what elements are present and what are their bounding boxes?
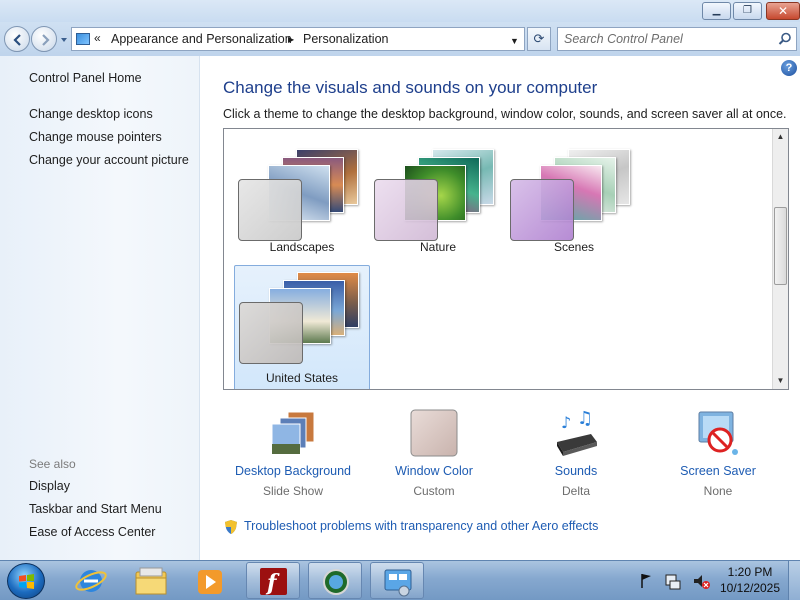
sidebar: Control Panel Home Change desktop icons …	[0, 56, 200, 560]
theme-color-swatch	[510, 179, 574, 241]
theme-label: Landscapes	[269, 240, 335, 254]
windows-update-icon	[323, 569, 349, 595]
refresh-button[interactable]: ⟳	[527, 27, 551, 51]
scroll-up-icon[interactable]: ▲	[773, 129, 788, 145]
change-mouse-pointers-link[interactable]: Change mouse pointers	[29, 130, 162, 144]
control-panel-icon	[384, 569, 412, 597]
windows-explorer-icon	[135, 567, 167, 595]
screen-saver-link[interactable]: Screen Saver	[650, 464, 786, 478]
control-panel-home-link[interactable]: Control Panel Home	[29, 71, 142, 85]
maximize-button[interactable]: ❐	[733, 2, 762, 20]
address-dropdown-icon[interactable]: ▼	[510, 36, 519, 46]
forward-button[interactable]	[31, 26, 57, 52]
close-icon: ✕	[777, 4, 789, 18]
internet-explorer-icon	[75, 570, 107, 592]
change-account-picture-link[interactable]: Change your account picture	[29, 153, 189, 167]
address-bar[interactable]: « Appearance and Personalization ▶ Perso…	[71, 27, 525, 51]
desktop-background-icon	[271, 411, 315, 455]
flash-icon: f	[260, 568, 287, 596]
sounds-icon: ♪ ♫	[557, 408, 597, 456]
taskbar-flash[interactable]: f	[246, 562, 300, 599]
window-color-icon	[410, 409, 458, 457]
page-title: Change the visuals and sounds on your co…	[223, 78, 598, 97]
action-center-flag-icon	[641, 574, 651, 588]
control-panel-icon	[76, 33, 90, 45]
screen-saver-option[interactable]: Screen Saver None	[650, 408, 786, 504]
screen-saver-value: None	[703, 484, 733, 498]
page-description: Click a theme to change the desktop back…	[223, 107, 787, 121]
taskbar-windows-explorer[interactable]	[124, 562, 178, 599]
refresh-icon: ⟳	[533, 31, 545, 46]
recent-pages-dropdown-icon[interactable]	[59, 35, 69, 45]
theme-color-swatch	[374, 179, 438, 241]
theme-scenes[interactable]: Scenes	[506, 133, 642, 259]
theme-list-scrollbar[interactable]: ▲ ▼	[772, 129, 788, 389]
breadcrumb-appearance[interactable]: Appearance and Personalization	[111, 32, 292, 46]
minimize-icon: ▁	[712, 5, 721, 16]
system-clock[interactable]: 1:20 PM 10/12/2025	[716, 564, 784, 596]
media-player-icon	[198, 570, 222, 594]
theme-label: Scenes	[553, 240, 595, 254]
sounds-option[interactable]: ♪ ♫ Sounds Delta	[508, 408, 644, 504]
window-color-option[interactable]: Window Color Custom	[366, 408, 502, 504]
taskbar: f 1:20 PM 10/12/2025	[0, 560, 800, 600]
svg-text:♪: ♪	[561, 413, 571, 432]
screen-saver-icon	[698, 411, 738, 455]
scroll-thumb[interactable]	[774, 207, 787, 285]
volume-muted-icon	[694, 575, 710, 589]
arrow-left-icon	[13, 34, 21, 46]
show-desktop-button[interactable]	[788, 561, 800, 600]
svg-text:♫: ♫	[577, 408, 593, 429]
windows-logo-icon	[19, 574, 34, 589]
theme-label: United States	[265, 371, 339, 385]
window-color-value: Custom	[413, 484, 455, 498]
theme-nature[interactable]: Nature	[370, 133, 506, 259]
start-button[interactable]	[7, 563, 45, 599]
desktop-background-link[interactable]: Desktop Background	[225, 464, 361, 478]
title-bar: ▁ ❐ ✕	[0, 0, 800, 22]
theme-list[interactable]: ▔▔▔▔ Landscapes Nature Scenes United Sta…	[223, 128, 789, 390]
taskbar-media-player[interactable]	[184, 562, 238, 599]
arrow-right-icon	[42, 34, 50, 46]
close-button[interactable]: ✕	[766, 2, 800, 20]
theme-label: Nature	[419, 240, 457, 254]
theme-color-swatch	[238, 179, 302, 241]
sounds-link[interactable]: Sounds	[508, 464, 644, 478]
main-content: ? Change the visuals and sounds on your …	[201, 56, 800, 560]
display-link[interactable]: Display	[29, 479, 70, 493]
back-button[interactable]	[4, 26, 30, 52]
search-box[interactable]	[557, 27, 797, 51]
desktop-background-option[interactable]: Desktop Background Slide Show	[225, 408, 361, 504]
taskbar-windows-update[interactable]	[308, 562, 362, 599]
scroll-down-icon[interactable]: ▼	[773, 373, 788, 389]
theme-united-states[interactable]: United States	[234, 265, 370, 389]
troubleshoot-link[interactable]: Troubleshoot problems with transparency …	[244, 519, 598, 533]
breadcrumb-separator-icon[interactable]: ▶	[288, 35, 294, 44]
help-icon: ?	[785, 62, 793, 74]
see-also-heading: See also	[29, 457, 76, 471]
theme-landscapes[interactable]: Landscapes	[234, 133, 370, 259]
search-icon[interactable]	[778, 32, 792, 46]
restore-icon: ❐	[743, 5, 752, 16]
breadcrumb-personalization[interactable]: Personalization	[303, 32, 388, 46]
taskbar-internet-explorer[interactable]	[64, 562, 118, 599]
clock-date: 10/12/2025	[719, 581, 781, 595]
taskbar-start-menu-link[interactable]: Taskbar and Start Menu	[29, 502, 162, 516]
sounds-value: Delta	[561, 484, 590, 498]
theme-color-swatch	[239, 302, 303, 364]
breadcrumb-overflow[interactable]: «	[94, 31, 101, 45]
minimize-button[interactable]: ▁	[702, 2, 731, 20]
desktop-background-value: Slide Show	[262, 484, 324, 498]
ease-of-access-link[interactable]: Ease of Access Center	[29, 525, 155, 539]
notification-area[interactable]	[636, 571, 726, 591]
navigation-bar: « Appearance and Personalization ▶ Perso…	[0, 22, 800, 56]
network-icon	[665, 574, 681, 590]
change-desktop-icons-link[interactable]: Change desktop icons	[29, 107, 153, 121]
taskbar-control-panel[interactable]	[370, 562, 424, 599]
shield-icon	[225, 520, 237, 534]
window-color-link[interactable]: Window Color	[366, 464, 502, 478]
search-input[interactable]	[564, 32, 769, 46]
clock-time: 1:20 PM	[727, 565, 773, 579]
help-button[interactable]: ?	[781, 60, 797, 76]
